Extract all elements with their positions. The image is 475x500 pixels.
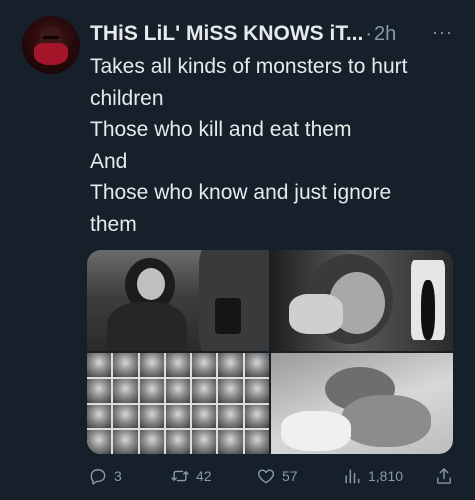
- share-upload-icon: [437, 468, 451, 484]
- media-grid: [87, 250, 453, 454]
- avatar[interactable]: [22, 16, 80, 74]
- more-options-icon[interactable]: ···: [432, 22, 453, 43]
- image-shape: [137, 268, 165, 300]
- retweet-arrows-icon: [171, 470, 189, 482]
- media-image-missing-children-collage[interactable]: [87, 353, 269, 454]
- share-button[interactable]: [434, 466, 460, 486]
- heart-icon: [258, 469, 274, 484]
- media-image-child-with-officer[interactable]: [87, 250, 269, 351]
- faces-grid: [87, 353, 269, 454]
- separator-dot: ·: [365, 22, 372, 45]
- tweet-actions: 3 42 57 1,810: [88, 466, 458, 488]
- tweet-text: Takes all kinds of monsters to hurt chil…: [90, 51, 460, 240]
- like-button[interactable]: 57: [256, 466, 298, 486]
- image-shape: [341, 395, 431, 447]
- tweet-text-line: Those who kill and eat them: [90, 118, 352, 141]
- reply-button[interactable]: 3: [88, 466, 122, 486]
- avatar-mask: [34, 43, 68, 65]
- tweet-text-line: Those who know and just ignore: [90, 181, 392, 204]
- repost-button[interactable]: 42: [170, 466, 212, 486]
- views-count: 1,810: [368, 468, 404, 484]
- media-image-child-on-bed[interactable]: [271, 353, 453, 454]
- image-shape: [281, 411, 351, 451]
- timestamp[interactable]: 2h: [374, 23, 396, 46]
- display-name[interactable]: THiS LiL' MiSS KNOWS iT...: [90, 22, 363, 46]
- image-shape: [107, 302, 187, 351]
- like-count: 57: [282, 468, 298, 484]
- reply-count: 3: [114, 468, 122, 484]
- media-image-crying-girl[interactable]: [271, 250, 453, 351]
- tweet-text-line: Takes all kinds of monsters to hurt: [90, 55, 408, 78]
- image-shape: [421, 280, 435, 340]
- bar-chart-icon: [345, 469, 360, 484]
- tweet-text-line: them: [90, 212, 137, 236]
- tweet-header: THiS LiL' MiSS KNOWS iT... · 2h ···: [90, 20, 463, 48]
- speech-bubble-icon: [90, 469, 106, 485]
- tweet-text-line: children: [90, 86, 164, 110]
- avatar-eyes: [43, 36, 59, 39]
- tweet-text-line: And: [90, 149, 128, 173]
- image-shape: [289, 294, 343, 334]
- image-shape: [215, 298, 241, 334]
- views-button[interactable]: 1,810: [342, 466, 403, 486]
- repost-count: 42: [196, 468, 212, 484]
